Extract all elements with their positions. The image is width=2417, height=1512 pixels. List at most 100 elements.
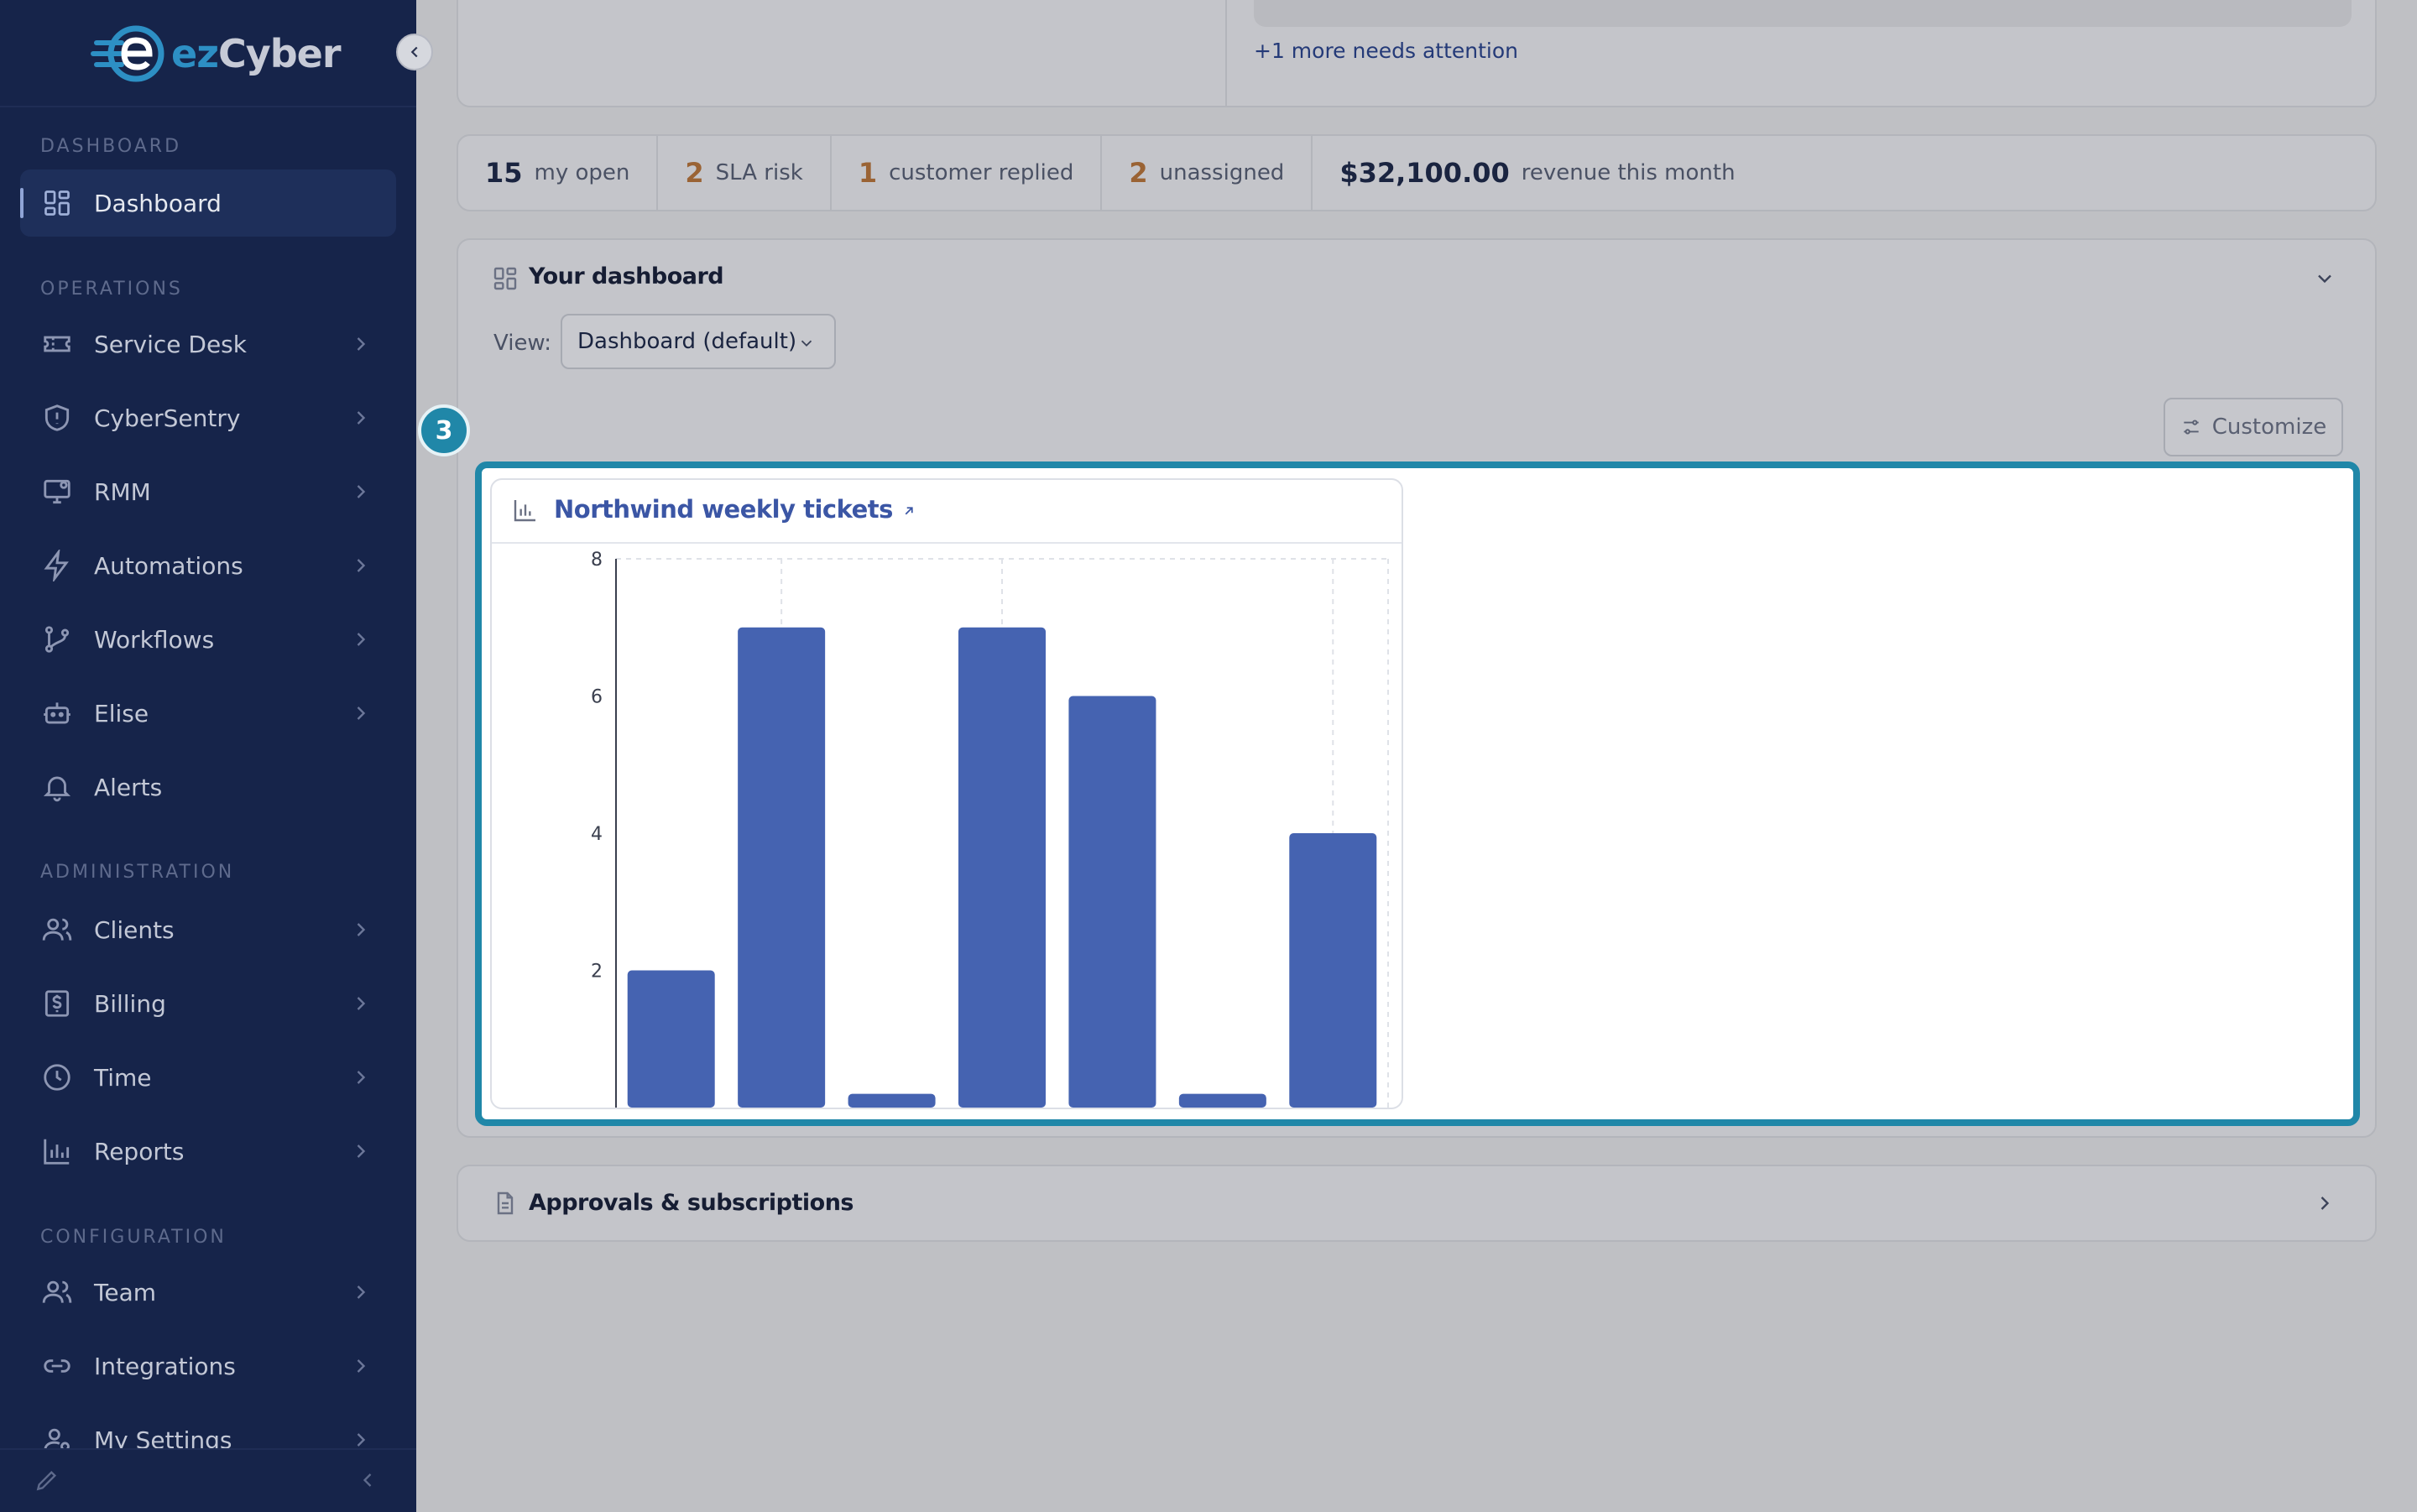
view-label: View:	[493, 331, 552, 356]
robot-icon	[40, 696, 74, 730]
ticket-icon	[40, 327, 74, 361]
chevron-right-icon	[357, 706, 366, 720]
sidebar: ezCyber DASHBOARD Dashboard OPERATIONS S…	[0, 0, 416, 1512]
stat-value: 15	[485, 157, 523, 189]
brand-name: ezCyber	[171, 31, 342, 76]
sidebar-item-label: Alerts	[94, 773, 163, 801]
stat-label: customer replied	[889, 160, 1074, 185]
sliders-icon	[2184, 420, 2199, 435]
chevron-right-icon	[357, 559, 366, 572]
stat-label: unassigned	[1159, 160, 1285, 185]
sidebar-item-rmm[interactable]: RMM	[20, 458, 396, 525]
pencil-icon[interactable]	[34, 1467, 60, 1494]
chevron-right-icon	[357, 997, 366, 1010]
widget-title-link[interactable]: Northwind weekly tickets	[554, 495, 916, 524]
attention-card: +1 more needs attention	[457, 0, 2377, 107]
external-link-icon	[905, 507, 913, 515]
sidebar-item-cybersentry[interactable]: CyberSentry	[20, 384, 396, 451]
stat-label: revenue this month	[1521, 160, 1736, 185]
sidebar-item-elise[interactable]: Elise	[20, 680, 396, 747]
sidebar-item-time[interactable]: Time	[20, 1044, 396, 1111]
y-tick-label: 4	[591, 824, 603, 845]
section-label-dashboard: DASHBOARD	[40, 136, 182, 157]
sidebar-item-label: RMM	[94, 477, 151, 506]
sidebar-item-integrations[interactable]: Integrations	[20, 1332, 396, 1400]
chevron-left-icon	[410, 46, 418, 58]
dashboard-title: Your dashboard	[529, 263, 724, 289]
chevron-down-icon	[801, 340, 812, 347]
brand-logo[interactable]: ezCyber	[91, 20, 342, 87]
stats-bar: 15 my open 2 SLA risk 1 customer replied…	[457, 134, 2377, 211]
customize-label: Customize	[2211, 414, 2327, 440]
collapse-chevron-left-icon[interactable]	[356, 1468, 379, 1492]
stat-value: 1	[858, 157, 878, 189]
y-tick-label: 6	[591, 687, 603, 708]
more-attention-link[interactable]: +1 more needs attention	[1254, 39, 1518, 63]
team-icon	[40, 1275, 74, 1309]
sidebar-collapse-button[interactable]	[396, 34, 433, 70]
chevron-right-icon	[357, 923, 366, 936]
view-select-value: Dashboard (default)	[577, 329, 797, 354]
approvals-title: Approvals & subscriptions	[529, 1190, 854, 1216]
sidebar-item-label: Dashboard	[94, 189, 222, 217]
section-label-operations: OPERATIONS	[40, 279, 183, 300]
chart-bar	[1178, 1093, 1266, 1108]
bar-chart: 2 4 6 8	[591, 550, 1389, 1108]
attention-row[interactable]	[1254, 0, 2352, 27]
chart-bar	[627, 970, 715, 1108]
stat-revenue[interactable]: $32,100.00 revenue this month	[1313, 136, 1762, 210]
section-label-administration: ADMINISTRATION	[40, 862, 235, 883]
sidebar-item-dashboard[interactable]: Dashboard	[20, 169, 396, 237]
chevron-right-icon	[357, 633, 366, 646]
chevron-right-icon	[357, 1071, 366, 1084]
stat-unassigned[interactable]: 2 unassigned	[1102, 136, 1313, 210]
dashboard-layout-icon	[493, 267, 517, 290]
stat-label: SLA risk	[715, 160, 803, 185]
widget-header: Northwind weekly tickets	[492, 480, 1402, 544]
chevron-right-icon	[357, 1144, 366, 1158]
document-icon	[497, 1191, 514, 1215]
chart-bar	[848, 1093, 936, 1108]
section-label-configuration: CONFIGURATION	[40, 1227, 227, 1248]
sidebar-item-label: Team	[94, 1278, 157, 1306]
monitor-icon	[40, 475, 74, 508]
widget-title: Northwind weekly tickets	[554, 495, 893, 524]
customize-button[interactable]: Customize	[2164, 398, 2343, 456]
stat-my-open[interactable]: 15 my open	[458, 136, 659, 210]
collapse-chevron-down-icon[interactable]	[2313, 267, 2336, 290]
chevron-right-icon	[2320, 1197, 2330, 1210]
chart-bar	[958, 627, 1046, 1108]
view-select[interactable]: Dashboard (default)	[561, 314, 836, 369]
bar-chart-icon	[514, 500, 535, 522]
sidebar-item-label: Workflows	[94, 625, 215, 654]
branch-icon	[40, 623, 74, 656]
bell-icon	[40, 770, 74, 804]
sidebar-item-label: Time	[94, 1063, 152, 1092]
stat-customer-replied[interactable]: 1 customer replied	[832, 136, 1103, 210]
sidebar-item-billing[interactable]: Billing	[20, 970, 396, 1037]
sidebar-item-reports[interactable]: Reports	[20, 1118, 396, 1185]
clock-icon	[40, 1061, 74, 1094]
sidebar-item-workflows[interactable]: Workflows	[20, 606, 396, 673]
stat-sla-risk[interactable]: 2 SLA risk	[658, 136, 832, 210]
shield-icon	[40, 401, 74, 435]
sidebar-item-automations[interactable]: Automations	[20, 532, 396, 599]
sidebar-item-alerts[interactable]: Alerts	[20, 753, 396, 821]
chevron-right-icon	[357, 485, 366, 498]
sidebar-item-clients[interactable]: Clients	[20, 896, 396, 963]
sidebar-item-service-desk[interactable]: Service Desk	[20, 310, 396, 378]
brand-prefix: ez	[171, 31, 219, 76]
sidebar-item-label: Billing	[94, 989, 166, 1018]
users-icon	[40, 913, 74, 946]
sidebar-footer	[0, 1448, 416, 1512]
stat-value: $32,100.00	[1339, 157, 1510, 189]
chevron-right-icon	[357, 337, 366, 351]
logo-area: ezCyber	[0, 0, 416, 107]
chevron-right-icon	[357, 1359, 366, 1373]
approvals-panel[interactable]: Approvals & subscriptions	[457, 1165, 2377, 1242]
chart-bar	[1068, 696, 1156, 1108]
sidebar-item-label: Elise	[94, 699, 149, 727]
logo-mark-icon	[91, 25, 164, 82]
chevron-right-icon	[357, 1285, 366, 1299]
sidebar-item-team[interactable]: Team	[20, 1259, 396, 1326]
